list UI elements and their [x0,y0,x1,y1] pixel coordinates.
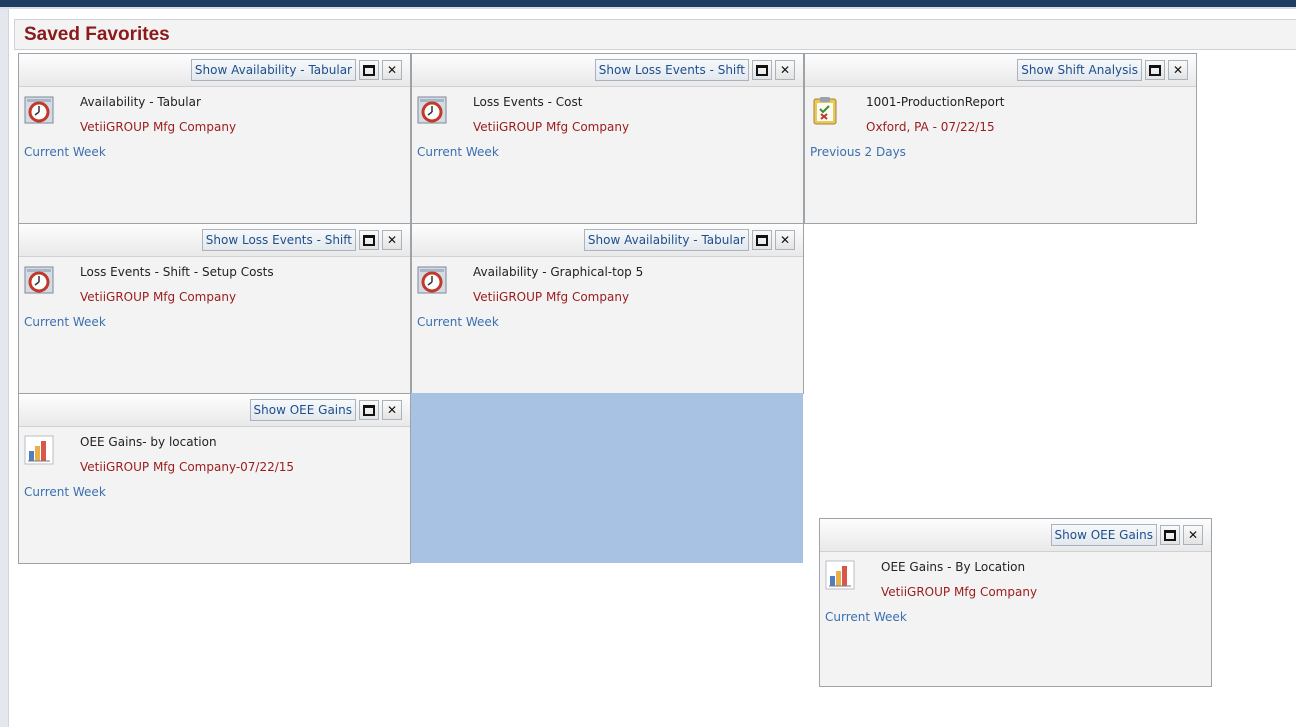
maximize-icon [1149,64,1161,76]
card-subtitle: VetiiGROUP Mfg Company [881,585,1038,599]
card-period-link[interactable]: Current Week [24,145,106,159]
close-button[interactable]: ✕ [382,230,402,250]
top-bar [0,0,1296,7]
card-header: Show Availability - Tabular ✕ [412,224,803,257]
card-period-link[interactable]: Current Week [417,315,499,329]
bar-chart-icon[interactable] [24,435,54,465]
clock-report-icon[interactable] [24,265,54,295]
favorite-card: Show OEE Gains ✕ OEE Gains- by location … [18,393,411,564]
favorite-card: Show Availability - Tabular ✕ Availabili… [18,53,411,224]
show-report-button[interactable]: Show Availability - Tabular [583,229,749,251]
maximize-button[interactable] [752,230,772,250]
drop-placeholder [411,393,803,563]
maximize-button[interactable] [359,60,379,80]
card-period-link[interactable]: Current Week [24,315,106,329]
card-period-link[interactable]: Current Week [825,610,907,624]
close-button[interactable]: ✕ [382,60,402,80]
card-header: Show Shift Analysis ✕ [805,54,1196,87]
maximize-icon [1164,529,1176,541]
card-header: Show Loss Events - Shift ✕ [19,224,410,257]
maximize-button[interactable] [1160,525,1180,545]
card-subtitle: VetiiGROUP Mfg Company [80,120,237,134]
maximize-icon [363,64,375,76]
clipboard-report-icon[interactable] [810,95,840,125]
card-period-link[interactable]: Current Week [24,485,106,499]
close-icon: ✕ [1187,528,1199,542]
show-report-button[interactable]: Show Loss Events - Shift [594,59,749,81]
close-icon: ✕ [779,233,791,247]
close-button[interactable]: ✕ [775,60,795,80]
card-subtitle: VetiiGROUP Mfg Company-07/22/15 [80,460,295,474]
close-icon: ✕ [386,233,398,247]
close-icon: ✕ [779,63,791,77]
maximize-icon [363,404,375,416]
card-title[interactable]: Availability - Tabular [80,95,201,109]
top-bar-divider [0,7,1296,9]
card-title[interactable]: 1001-ProductionReport [866,95,1005,109]
show-report-button[interactable]: Show OEE Gains [1050,524,1157,546]
show-report-button[interactable]: Show Loss Events - Shift [201,229,356,251]
maximize-icon [756,234,768,246]
close-icon: ✕ [1172,63,1184,77]
favorite-card: Show Availability - Tabular ✕ Availabili… [411,223,804,394]
card-subtitle: VetiiGROUP Mfg Company [473,120,630,134]
card-title[interactable]: Availability - Graphical-top 5 [473,265,643,279]
maximize-button[interactable] [359,400,379,420]
favorite-card-floating[interactable]: Show OEE Gains ✕ OEE Gains - By Location… [819,518,1212,687]
clock-report-icon[interactable] [24,95,54,125]
left-edge-strip [0,9,9,727]
card-title[interactable]: OEE Gains - By Location [881,560,1025,574]
favorite-card: Show Loss Events - Shift ✕ Loss Events -… [411,53,804,224]
card-header: Show Loss Events - Shift ✕ [412,54,803,87]
card-title[interactable]: Loss Events - Shift - Setup Costs [80,265,274,279]
clock-report-icon[interactable] [417,95,447,125]
show-report-button[interactable]: Show Availability - Tabular [190,59,356,81]
card-subtitle: VetiiGROUP Mfg Company [80,290,237,304]
favorite-card: Show Loss Events - Shift ✕ Loss Events -… [18,223,411,394]
clock-report-icon[interactable] [417,265,447,295]
card-period-link[interactable]: Current Week [417,145,499,159]
bar-chart-icon[interactable] [825,560,855,590]
show-report-button[interactable]: Show Shift Analysis [1017,59,1142,81]
maximize-button[interactable] [1145,60,1165,80]
card-header: Show OEE Gains ✕ [19,394,410,427]
card-header: Show Availability - Tabular ✕ [19,54,410,87]
maximize-icon [363,234,375,246]
show-report-button[interactable]: Show OEE Gains [249,399,356,421]
favorite-card: Show Shift Analysis ✕ 1001-ProductionRep… [804,53,1197,224]
maximize-button[interactable] [752,60,772,80]
card-title[interactable]: Loss Events - Cost [473,95,582,109]
close-button[interactable]: ✕ [382,400,402,420]
close-icon: ✕ [386,403,398,417]
maximize-button[interactable] [359,230,379,250]
close-icon: ✕ [386,63,398,77]
close-button[interactable]: ✕ [1183,525,1203,545]
close-button[interactable]: ✕ [1168,60,1188,80]
saved-favorites-header: Saved Favorites [14,19,1296,50]
maximize-icon [756,64,768,76]
card-period-link[interactable]: Previous 2 Days [810,145,906,159]
card-subtitle: VetiiGROUP Mfg Company [473,290,630,304]
card-header[interactable]: Show OEE Gains ✕ [820,519,1211,552]
close-button[interactable]: ✕ [775,230,795,250]
card-subtitle: Oxford, PA - 07/22/15 [866,120,995,134]
card-title[interactable]: OEE Gains- by location [80,435,217,449]
page-title: Saved Favorites [24,24,170,45]
